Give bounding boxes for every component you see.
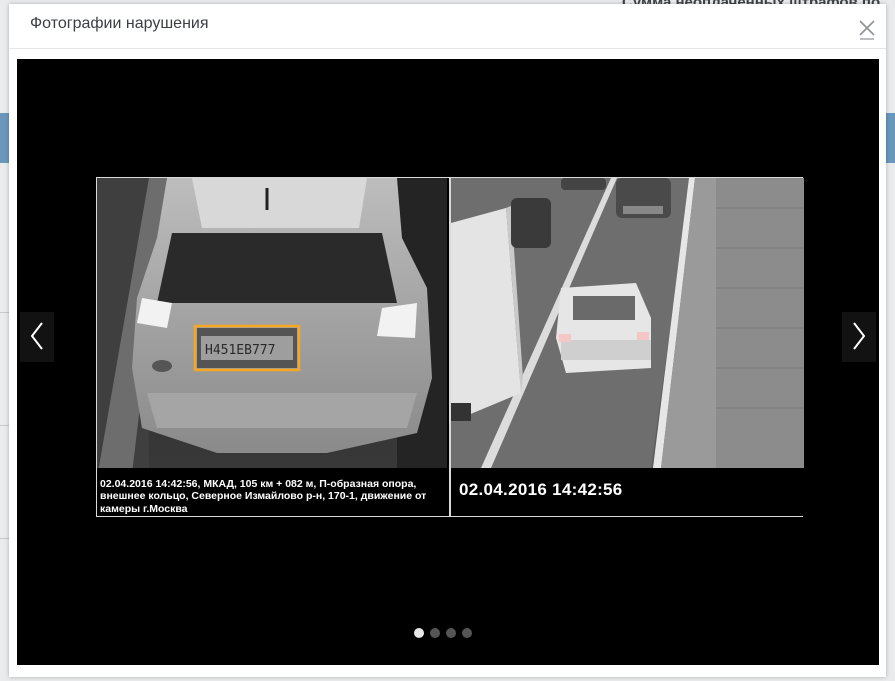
next-photo-button[interactable]: [842, 312, 876, 362]
pagination-dot-1[interactable]: [414, 628, 424, 638]
carousel-slide: Н451ЕВ777 02.04.2016 14:42:56, МКАД, 105…: [96, 177, 804, 517]
timestamp-caption: 02.04.2016 14:42:56: [459, 480, 623, 499]
previous-photo-button[interactable]: [20, 312, 54, 362]
svg-text:Н451ЕВ777: Н451ЕВ777: [205, 343, 275, 358]
violation-details-caption: 02.04.2016 14:42:56, МКАД, 105 км + 082 …: [100, 477, 427, 515]
pagination-dot-2[interactable]: [430, 628, 440, 638]
violation-photos-modal: Фотографии нарушения Н451ЕВ777 02.04.201…: [9, 4, 886, 677]
chevron-right-icon: [853, 322, 866, 350]
pagination-dot-4[interactable]: [462, 628, 472, 638]
road-overview-photo: 02.04.2016 14:42:56: [449, 178, 804, 516]
modal-header: Фотографии нарушения: [9, 4, 886, 49]
photo-carousel: Н451ЕВ777 02.04.2016 14:42:56, МКАД, 105…: [17, 59, 879, 665]
chevron-left-icon: [30, 322, 43, 350]
modal-title: Фотографии нарушения: [30, 15, 209, 32]
plate-closeup-photo: Н451ЕВ777 02.04.2016 14:42:56, МКАД, 105…: [97, 178, 447, 516]
carousel-pagination: [414, 628, 472, 638]
close-button[interactable]: [856, 15, 878, 41]
close-icon: [859, 20, 875, 40]
pagination-dot-3[interactable]: [446, 628, 456, 638]
